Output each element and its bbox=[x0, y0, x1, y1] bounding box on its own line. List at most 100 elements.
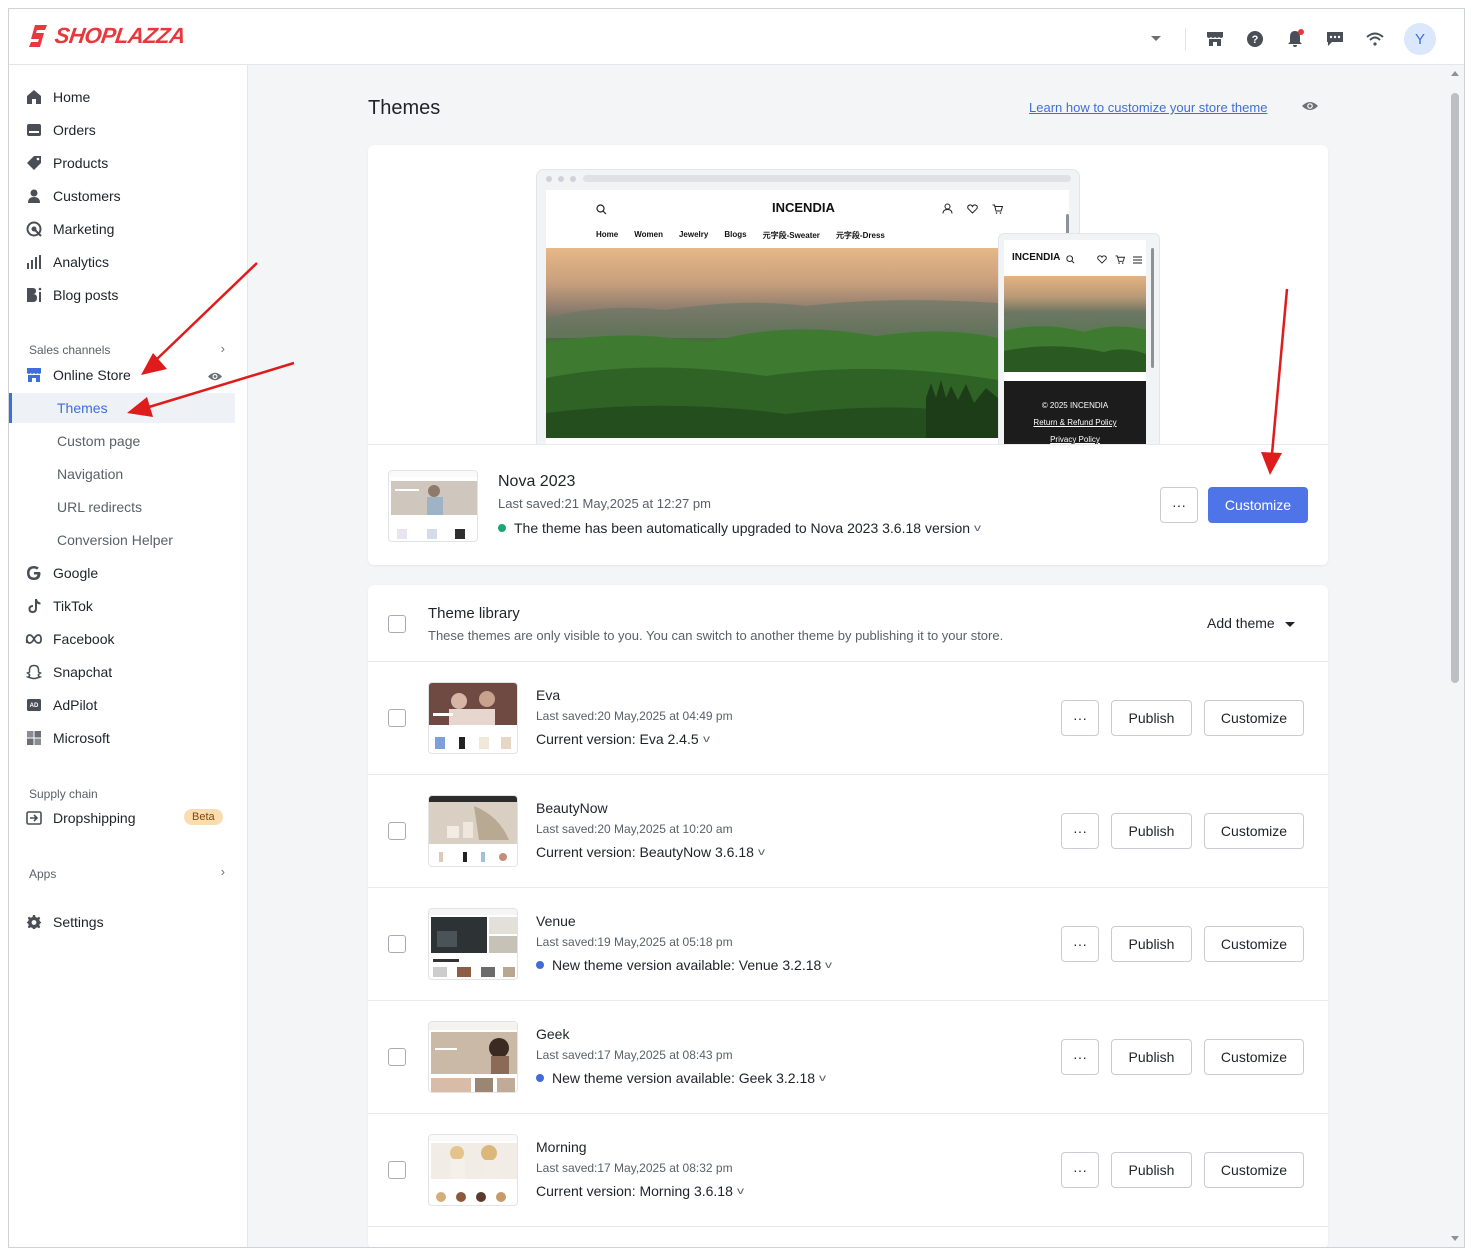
caret-down-icon bbox=[1284, 622, 1295, 627]
add-theme-dropdown[interactable]: Add theme bbox=[1207, 615, 1295, 631]
sidebar-item-customers[interactable]: Customers bbox=[25, 181, 235, 211]
sidebar-item-facebook[interactable]: Facebook bbox=[25, 624, 235, 654]
theme-version[interactable]: Current version: Eva 2.4.5 v bbox=[536, 731, 710, 747]
snapchat-icon bbox=[25, 663, 43, 681]
adpilot-icon: AD bbox=[25, 696, 43, 714]
sidebar-item-google[interactable]: Google bbox=[25, 558, 235, 588]
theme-thumbnail[interactable] bbox=[428, 908, 518, 980]
theme-version[interactable]: Current version: BeautyNow 3.6.18 v bbox=[536, 844, 765, 860]
sidebar-item-navigation[interactable]: Navigation bbox=[57, 459, 123, 489]
publish-button[interactable]: Publish bbox=[1111, 813, 1192, 849]
sidebar-item-label: Orders bbox=[53, 122, 96, 138]
marketing-icon bbox=[25, 220, 43, 238]
customize-button[interactable]: Customize bbox=[1208, 487, 1308, 523]
eye-icon[interactable] bbox=[207, 369, 223, 387]
sidebar-item-themes[interactable]: Themes bbox=[57, 393, 108, 423]
sidebar-item-label: Products bbox=[53, 155, 109, 171]
theme-thumbnail[interactable] bbox=[428, 1021, 518, 1093]
more-actions-button[interactable]: ··· bbox=[1061, 926, 1099, 962]
chevron-right-icon[interactable]: › bbox=[221, 864, 225, 879]
chevron-down-icon[interactable]: v bbox=[703, 734, 710, 745]
home-icon bbox=[25, 88, 43, 106]
chevron-down-icon[interactable]: v bbox=[974, 523, 981, 534]
sidebar-item-tiktok[interactable]: TikTok bbox=[25, 591, 235, 621]
publish-button[interactable]: Publish bbox=[1111, 926, 1192, 962]
customize-button[interactable]: Customize bbox=[1204, 1039, 1304, 1075]
customize-button[interactable]: Customize bbox=[1204, 700, 1304, 736]
notification-dot bbox=[1298, 29, 1304, 35]
publish-button[interactable]: Publish bbox=[1111, 700, 1192, 736]
theme-row-beautynow: BeautyNow Last saved:20 May,2025 at 10:2… bbox=[368, 775, 1328, 888]
sidebar-item-url-redirects[interactable]: URL redirects bbox=[57, 492, 142, 522]
theme-thumbnail[interactable] bbox=[428, 1134, 518, 1206]
scroll-up-icon[interactable] bbox=[1450, 69, 1460, 77]
sidebar-item-conversion-helper[interactable]: Conversion Helper bbox=[57, 525, 173, 555]
customize-button[interactable]: Customize bbox=[1204, 1152, 1304, 1188]
chevron-down-icon[interactable]: v bbox=[825, 960, 832, 971]
sidebar-item-analytics[interactable]: Analytics bbox=[25, 247, 235, 277]
sidebar-item-marketing[interactable]: Marketing bbox=[25, 214, 235, 244]
row-checkbox[interactable] bbox=[388, 1048, 406, 1066]
row-checkbox[interactable] bbox=[388, 822, 406, 840]
chevron-down-icon[interactable]: v bbox=[758, 847, 765, 858]
theme-version[interactable]: Current version: Morning 3.6.18 v bbox=[536, 1183, 744, 1199]
avatar[interactable]: Y bbox=[1404, 23, 1436, 55]
sidebar-item-settings[interactable]: Settings bbox=[25, 907, 235, 937]
sidebar-item-label: Google bbox=[53, 565, 99, 581]
heart-icon bbox=[1097, 251, 1107, 269]
chevron-right-icon[interactable]: › bbox=[221, 341, 225, 356]
sidebar-item-snapchat[interactable]: Snapchat bbox=[25, 657, 235, 687]
current-theme-status[interactable]: The theme has been automatically upgrade… bbox=[498, 520, 981, 536]
more-actions-button[interactable]: ··· bbox=[1061, 1039, 1099, 1075]
eye-icon[interactable] bbox=[1301, 99, 1319, 117]
sidebar-item-label: Snapchat bbox=[53, 664, 113, 680]
publish-button[interactable]: Publish bbox=[1111, 1039, 1192, 1075]
customize-button[interactable]: Customize bbox=[1204, 813, 1304, 849]
bell-icon[interactable] bbox=[1284, 28, 1306, 50]
wifi-icon[interactable] bbox=[1364, 28, 1386, 50]
chevron-down-icon[interactable]: v bbox=[819, 1073, 826, 1084]
more-actions-button[interactable]: ··· bbox=[1061, 700, 1099, 736]
sidebar-item-adpilot[interactable]: AD AdPilot bbox=[25, 690, 235, 720]
sidebar-item-custom-page[interactable]: Custom page bbox=[57, 426, 140, 456]
apps-label[interactable]: Apps bbox=[29, 867, 56, 881]
shoplazza-logo[interactable]: SHOPLAZZA bbox=[27, 23, 187, 49]
scrollbar-thumb[interactable] bbox=[1451, 93, 1459, 683]
theme-thumbnail[interactable] bbox=[388, 470, 478, 542]
row-checkbox[interactable] bbox=[388, 709, 406, 727]
select-all-checkbox[interactable] bbox=[388, 615, 406, 633]
theme-preview[interactable]: INCENDIA Home Women Jewelry Blogs 元字段-Sw… bbox=[368, 145, 1328, 445]
more-actions-button[interactable]: ··· bbox=[1160, 487, 1198, 523]
status-text: The theme has been automatically upgrade… bbox=[514, 520, 971, 536]
store-icon[interactable] bbox=[1204, 28, 1226, 50]
sidebar-item-blog-posts[interactable]: Blog posts bbox=[25, 280, 235, 310]
theme-name: Geek bbox=[536, 1026, 570, 1042]
more-actions-button[interactable]: ··· bbox=[1061, 813, 1099, 849]
sidebar-item-products[interactable]: Products bbox=[25, 148, 235, 178]
sidebar-item-online-store[interactable]: Online Store bbox=[25, 360, 235, 390]
version-text: Current version: BeautyNow 3.6.18 bbox=[536, 844, 754, 860]
sidebar-item-home[interactable]: Home bbox=[25, 82, 235, 112]
theme-version[interactable]: New theme version available: Venue 3.2.1… bbox=[536, 957, 832, 973]
help-icon[interactable]: ? bbox=[1244, 28, 1266, 50]
theme-thumbnail[interactable] bbox=[428, 795, 518, 867]
row-checkbox[interactable] bbox=[388, 1161, 406, 1179]
preview-brand-mobile: INCENDIA bbox=[1012, 252, 1061, 263]
theme-version[interactable]: New theme version available: Geek 3.2.18… bbox=[536, 1070, 826, 1086]
customize-button[interactable]: Customize bbox=[1204, 926, 1304, 962]
sidebar: Home Orders Products Customers Marketing… bbox=[9, 65, 248, 1247]
version-text: New theme version available: Venue 3.2.1… bbox=[552, 957, 822, 973]
orders-icon bbox=[25, 121, 43, 139]
publish-button[interactable]: Publish bbox=[1111, 1152, 1192, 1188]
message-icon[interactable] bbox=[1324, 28, 1346, 50]
dropdown-icon[interactable] bbox=[1145, 28, 1167, 50]
more-actions-button[interactable]: ··· bbox=[1061, 1152, 1099, 1188]
library-subtitle: These themes are only visible to you. Yo… bbox=[428, 628, 1004, 643]
theme-thumbnail[interactable] bbox=[428, 682, 518, 754]
learn-link[interactable]: Learn how to customize your store theme bbox=[1029, 100, 1267, 115]
scroll-down-icon[interactable] bbox=[1450, 1235, 1460, 1243]
sidebar-item-microsoft[interactable]: Microsoft bbox=[25, 723, 235, 753]
chevron-down-icon[interactable]: v bbox=[737, 1186, 744, 1197]
sidebar-item-orders[interactable]: Orders bbox=[25, 115, 235, 145]
row-checkbox[interactable] bbox=[388, 935, 406, 953]
